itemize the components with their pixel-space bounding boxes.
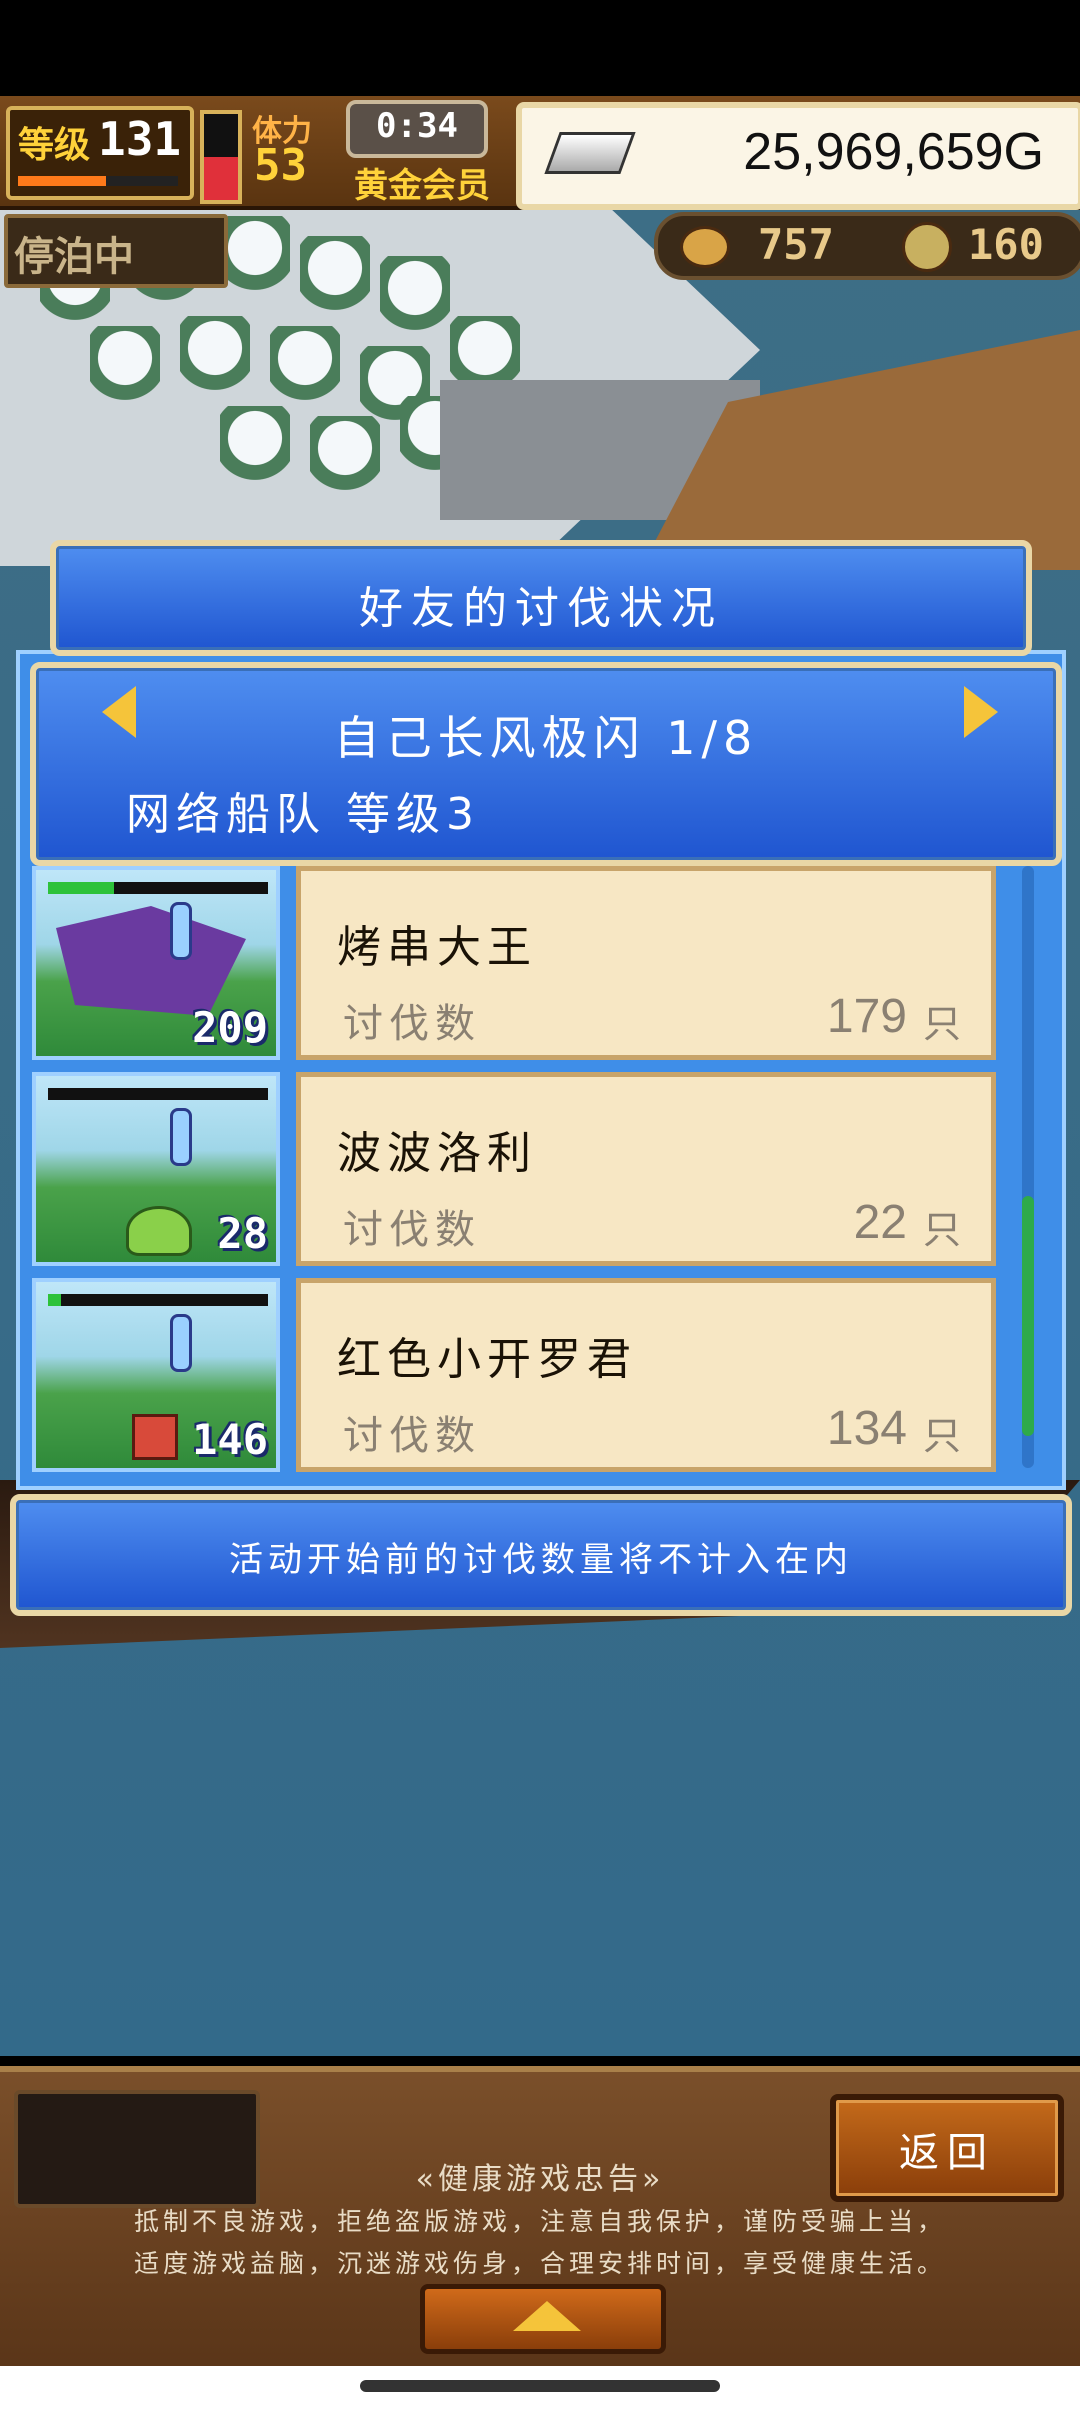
level-box: 等级 131	[6, 106, 194, 200]
kill-count-unit: 只	[922, 1002, 961, 1046]
monster-sprite	[126, 1206, 192, 1256]
monster-sprite	[56, 906, 246, 1016]
kill-count-unit: 只	[922, 1414, 961, 1458]
notice-bar: 活动开始前的讨伐数量将不计入在内	[10, 1494, 1072, 1616]
kill-count-label: 讨伐数	[343, 1413, 481, 1459]
exp-bar	[18, 176, 178, 186]
monster-thumbnail: 146	[32, 1278, 280, 1472]
advisory-line-2: 适度游戏益脑，沉迷游戏伤身，合理安排时间，享受健康生活。	[133, 2249, 946, 2278]
monster-thumbnail: 209	[32, 866, 280, 1060]
stamina-value: 53	[254, 140, 307, 191]
alert-icon	[170, 902, 192, 960]
kill-count-value: 179	[826, 990, 907, 1043]
kill-count-value: 22	[853, 1196, 907, 1249]
friend-name: 波波洛利	[337, 1128, 537, 1179]
fleet-header: 自己长风极闪 1/8 网络船队 等级3	[30, 662, 1062, 866]
kill-count-label: 讨伐数	[343, 1207, 481, 1253]
coin-icon	[902, 222, 952, 272]
monster-sprite	[132, 1414, 178, 1460]
docked-status: 停泊中	[4, 214, 228, 288]
timer-box: 0:34	[346, 100, 488, 158]
friend-card: 烤串大王 讨伐数 179 只	[296, 866, 996, 1060]
list-item[interactable]: 146 红色小开罗君 讨伐数 134 只	[32, 1278, 1004, 1476]
monster-level: 146	[192, 1415, 268, 1464]
coin-count: 160	[968, 220, 1044, 269]
fleet-name: 自己长风极闪 1/8	[333, 711, 759, 765]
list-item[interactable]: 28 波波洛利 讨伐数 22 只	[32, 1072, 1004, 1270]
list-item[interactable]: 209 烤串大王 讨伐数 179 只	[32, 866, 1004, 1064]
notice-text: 活动开始前的讨伐数量将不计入在内	[229, 1540, 853, 1580]
level-label: 等级	[18, 125, 91, 166]
meat-icon	[680, 226, 730, 268]
kill-count-unit: 只	[922, 1208, 961, 1252]
monster-hp-bar	[48, 882, 268, 894]
timer-value: 0:34	[376, 106, 458, 146]
scrollbar-thumb[interactable]	[1022, 1196, 1034, 1436]
status-bar-area	[0, 0, 1080, 96]
monster-hp-bar	[48, 1088, 268, 1100]
membership-label[interactable]: 黄金会员	[354, 158, 490, 207]
alert-icon	[170, 1108, 192, 1166]
friend-card: 波波洛利 讨伐数 22 只	[296, 1072, 996, 1266]
advisory-line-1: 抵制不良游戏，拒绝盗版游戏，注意自我保护，谨防受骗上当，	[133, 2207, 946, 2236]
monster-level: 28	[217, 1209, 268, 1258]
fleet-level: 网络船队 等级3	[126, 789, 480, 840]
alert-icon	[170, 1314, 192, 1372]
dialog-title: 好友的讨伐状况	[359, 583, 723, 634]
kill-count-label: 讨伐数	[343, 1001, 481, 1047]
gold-display[interactable]: 25,969,659G	[516, 102, 1080, 210]
monster-hp-fill	[48, 882, 114, 894]
kill-count-value: 134	[826, 1402, 907, 1455]
monster-thumbnail: 28	[32, 1072, 280, 1266]
resource-counters: 757 160	[654, 212, 1080, 280]
stamina-gauge-fill	[204, 157, 238, 200]
monster-hp-fill	[48, 1294, 62, 1306]
silver-bar-icon	[544, 132, 636, 174]
dialog-title-bar: 好友的讨伐状况	[50, 540, 1032, 656]
right-arrow-icon[interactable]	[964, 686, 998, 738]
expand-menu-button[interactable]	[420, 2284, 666, 2354]
level-value: 131	[98, 112, 182, 166]
advisory-title: «健康游戏忠告»	[415, 2162, 665, 2197]
docked-label: 停泊中	[14, 234, 134, 280]
up-arrow-icon	[513, 2301, 581, 2331]
gold-value: 25,969,659G	[743, 123, 1044, 181]
stamina-gauge	[200, 110, 242, 204]
monster-level: 209	[192, 1003, 268, 1052]
exp-fill	[18, 176, 106, 186]
friend-card: 红色小开罗君 讨伐数 134 只	[296, 1278, 996, 1472]
monster-hp-bar	[48, 1294, 268, 1306]
home-indicator[interactable]	[360, 2380, 720, 2392]
meat-count: 757	[758, 220, 834, 269]
friend-name: 烤串大王	[337, 922, 537, 973]
list-scrollbar[interactable]	[1022, 866, 1034, 1468]
friend-name: 红色小开罗君	[337, 1334, 637, 1385]
